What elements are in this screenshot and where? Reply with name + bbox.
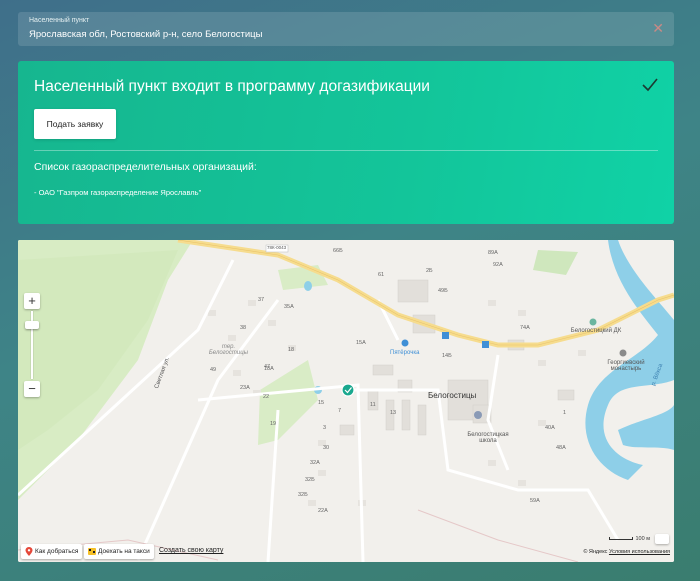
house-number: 89А (488, 250, 498, 256)
settlement-value: Ярославская обл, Ростовский р-н, село Бе… (29, 29, 263, 40)
house-number: 32Б (298, 492, 308, 498)
house-number: 74А (520, 325, 530, 331)
house-number: 49 (210, 367, 217, 373)
house-number: 23А (240, 385, 250, 391)
zoom-out-button[interactable]: − (24, 381, 40, 397)
ruler-icon[interactable] (655, 534, 669, 544)
house-number: 11 (370, 402, 376, 408)
dk-label: Белогостицкий ДК (570, 328, 622, 334)
scale-bar: 100 м (608, 536, 651, 542)
org-item: - ОАО "Газпром газораспределение Ярослав… (34, 188, 202, 197)
scale-label: 100 м (635, 536, 651, 542)
bus-stop-icon (482, 341, 489, 348)
house-number: 2Б (426, 268, 433, 274)
house-number: 1 (563, 410, 567, 416)
house-number: 22А (318, 508, 328, 514)
house-number: 18 (288, 347, 295, 353)
pin-icon (25, 547, 33, 556)
location-marker-icon (341, 383, 355, 397)
taxi-icon (88, 548, 96, 555)
house-number: 15 (318, 400, 325, 406)
zoom-slider[interactable] (24, 309, 40, 381)
house-number: 32Б (305, 477, 315, 483)
school-marker-icon (474, 411, 482, 419)
zoom-handle[interactable] (25, 321, 39, 329)
house-number: 59А (530, 498, 540, 504)
monastery-marker-icon (619, 349, 627, 357)
map-canvas[interactable] (18, 240, 674, 562)
house-number: 40А (545, 425, 555, 431)
map[interactable]: Белогостицы Пятёрочка Белогостицкая школ… (18, 240, 674, 562)
house-number: 15А (356, 340, 366, 346)
house-number: 7 (338, 408, 342, 414)
scale-line (608, 537, 633, 541)
house-number: 61 (378, 272, 385, 278)
house-number: 49Б (438, 288, 448, 294)
route-button-label: Как добраться (35, 548, 79, 555)
taxi-button[interactable]: Доехать на такси (84, 544, 154, 559)
house-number: 37 (258, 297, 265, 303)
org-list-title: Список газораспределительных организаций… (34, 161, 257, 173)
house-number: 92А (493, 262, 503, 268)
house-number: 35А (284, 304, 294, 310)
copyright: © Яндекс Условия использования (583, 549, 670, 555)
house-number: 32А (310, 460, 320, 466)
monastery-label: Георгиевский монастырь (607, 360, 645, 372)
house-number: 48А (556, 445, 566, 451)
apply-button[interactable]: Подать заявку (34, 109, 116, 139)
school-label: Белогостицкая школа (467, 432, 509, 444)
program-title: Населенный пункт входит в программу дога… (34, 78, 430, 95)
territory-label: тер. Белогостицы (208, 344, 249, 356)
checkmark-icon (642, 78, 658, 92)
settlement-label: Населенный пункт (29, 17, 90, 24)
close-icon[interactable]: ✕ (652, 19, 664, 37)
zoom-control: + − (24, 293, 40, 397)
house-number: 14Б (442, 353, 452, 359)
terms-link[interactable]: Условия использования (609, 549, 670, 555)
taxi-button-label: Доехать на такси (98, 548, 150, 555)
house-number: 13 (390, 410, 397, 416)
program-card: Населенный пункт входит в программу дога… (18, 61, 674, 224)
divider (34, 150, 658, 151)
zoom-in-button[interactable]: + (24, 293, 40, 309)
dk-marker-icon (589, 318, 597, 326)
house-number: 38 (240, 325, 247, 331)
road-number: 78К-0043 (267, 245, 287, 250)
house-number: 30 (323, 445, 330, 451)
create-map-link[interactable]: Создать свою карту (159, 547, 223, 554)
house-number: 22 (263, 394, 270, 400)
house-number: 18А (264, 366, 274, 372)
house-number: 66Б (333, 248, 343, 254)
copyright-text: © Яндекс (583, 549, 608, 555)
shop-marker-icon (401, 339, 409, 347)
route-button[interactable]: Как добраться (21, 544, 83, 559)
settlement-bar: Населенный пункт Ярославская обл, Ростов… (18, 12, 674, 46)
house-number: 3 (323, 425, 327, 431)
pyaterochka-label: Пятёрочка (390, 350, 420, 356)
village-label: Белогостицы (428, 391, 477, 400)
house-number: 19 (270, 421, 277, 427)
bus-stop-icon (442, 332, 449, 339)
